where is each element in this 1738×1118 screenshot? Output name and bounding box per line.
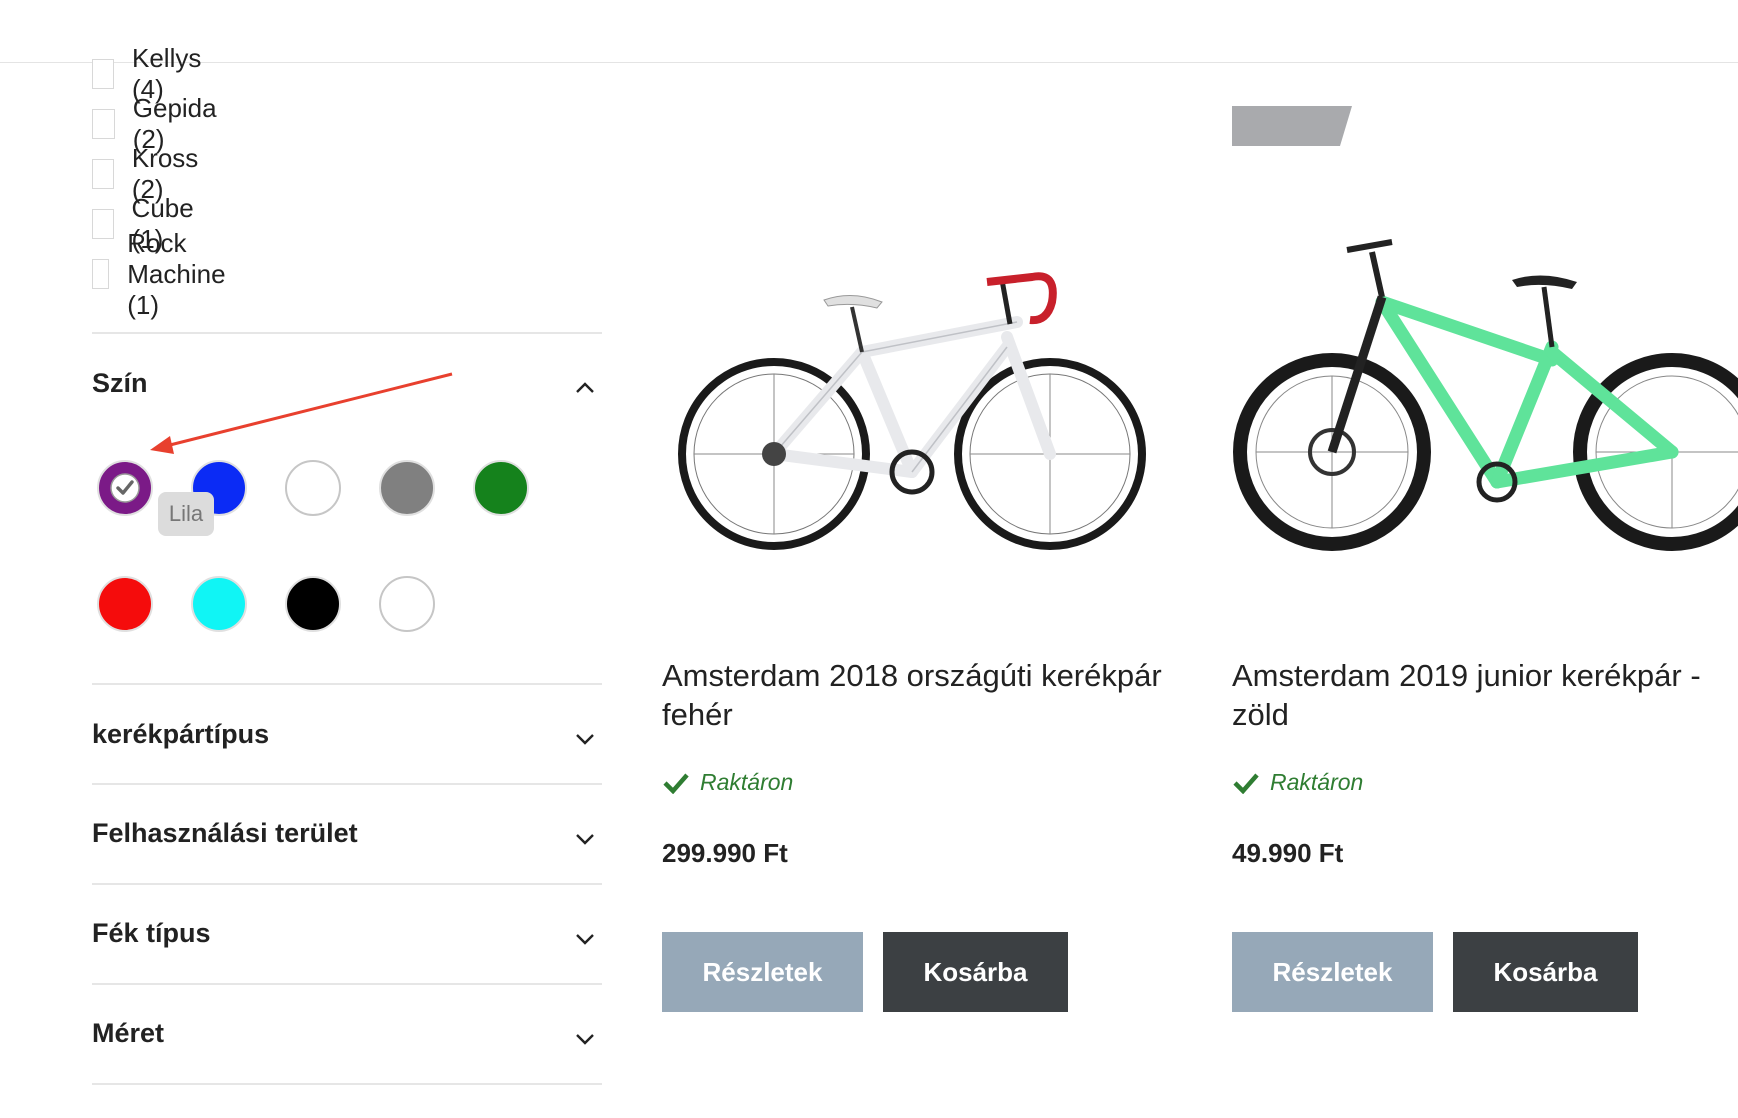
product-image-mountain-bike[interactable] xyxy=(1232,162,1738,622)
stock-status: Raktáron xyxy=(1232,769,1363,796)
product-title[interactable]: Amsterdam 2018 országúti kerékpár fehér xyxy=(662,656,1182,734)
details-button[interactable]: Részletek xyxy=(1232,932,1433,1012)
stock-text: Raktáron xyxy=(1270,769,1364,795)
stock-text: Raktáron xyxy=(700,769,794,795)
product-title[interactable]: Amsterdam 2019 junior kerékpár - zöld xyxy=(1232,656,1738,734)
product-card: 0% THM Amsterdam 2019 junior kerékpár - … xyxy=(1232,62,1738,1062)
thm-badge-shape xyxy=(1232,106,1352,146)
stock-status: Raktáron xyxy=(662,769,793,796)
product-image-road-bike[interactable] xyxy=(662,162,1222,622)
add-to-cart-button[interactable]: Kosárba xyxy=(1453,932,1638,1012)
product-card: Amsterdam 2018 országúti kerékpár fehér … xyxy=(662,62,1222,1062)
check-icon xyxy=(663,773,689,794)
check-icon xyxy=(1233,773,1259,794)
add-to-cart-button[interactable]: Kosárba xyxy=(883,932,1068,1012)
details-button[interactable]: Részletek xyxy=(662,932,863,1012)
product-price: 299.990 Ft xyxy=(662,838,788,868)
thm-badge: 0% THM xyxy=(1244,70,1326,93)
product-price: 49.990 Ft xyxy=(1232,838,1344,868)
